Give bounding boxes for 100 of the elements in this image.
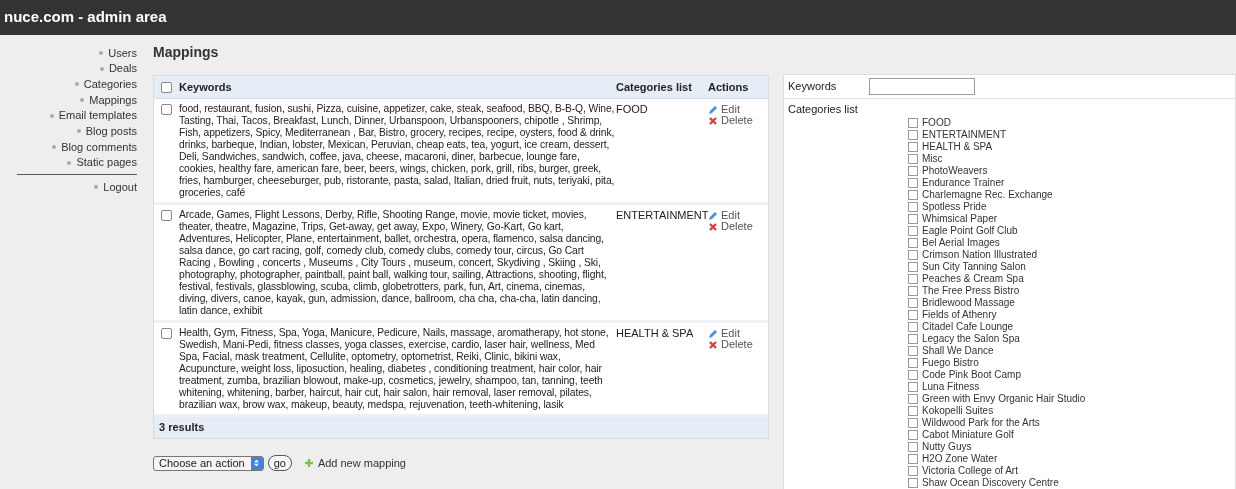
category-option: The Free Press Bistro [922,285,1020,296]
site-title: nuce.com - admin area [4,7,167,28]
category-checkbox[interactable] [908,441,918,452]
edit-link[interactable]: Edit [721,104,740,115]
sidebar-link[interactable]: Deals [108,60,137,77]
action-select[interactable]: Choose an action [153,455,264,471]
category-option: Fields of Athenry [922,309,997,320]
category-checkbox[interactable] [908,129,918,140]
column-header: Categories list [616,79,693,95]
category-option: Whimsical Paper [922,213,998,224]
sidebar-link[interactable]: Blog posts [85,123,137,140]
category-cell-text: FOOD [616,103,649,117]
category-option: ENTERTAINMENT [922,129,1007,140]
go-button[interactable]: go [267,455,292,472]
category-checkbox[interactable] [908,237,918,248]
row-checkbox[interactable] [161,104,172,115]
category-checkbox[interactable] [908,369,918,380]
bullet-icon [74,82,79,87]
delete-link[interactable]: Delete [721,339,753,350]
sidebar-link[interactable]: Email templates [58,107,137,124]
category-checkbox[interactable] [908,429,918,440]
pencil-icon [708,210,718,221]
edit-link[interactable]: Edit [721,328,740,339]
category-cell-text: ENTERTAINMENT [616,209,708,223]
category-checkbox[interactable] [908,285,918,296]
category-checkbox[interactable] [908,201,918,212]
category-option: Luna Fitness [922,381,980,392]
category-option: H2O Zone Water [922,453,998,464]
category-checkbox[interactable] [908,321,918,332]
category-checkbox[interactable] [908,417,918,428]
sidebar-link[interactable]: Users [108,44,137,62]
category-option: Bridlewood Massage [922,297,1015,308]
category-option: Sun City Tanning Salon [922,261,1026,272]
category-checkbox[interactable] [908,153,918,164]
category-checkbox[interactable] [908,225,918,236]
category-option: Endurance Trainer [922,177,1005,188]
delete-link[interactable]: Delete [721,221,753,232]
category-checkbox[interactable] [908,189,918,200]
category-checkbox[interactable] [908,405,918,416]
bullet-icon [67,160,72,165]
row-checkbox[interactable] [161,210,172,221]
category-checkbox[interactable] [908,117,918,128]
category-checkbox[interactable] [908,477,918,488]
bullet-icon [80,97,85,102]
category-option: Peaches & Cream Spa [922,273,1024,284]
category-cell-text: HEALTH & SPA [616,327,695,341]
category-checkbox[interactable] [908,393,918,404]
sidebar-link[interactable]: Blog comments [61,138,137,156]
category-checkbox[interactable] [908,177,918,188]
category-option: PhotoWeavers [922,165,988,176]
add-mapping-link[interactable]: Add new mapping [317,455,406,472]
keywords-cell-text: Arcade, Games, Flight Lessons, Derby, Rifle, Shooting Range, movie, movie ticket, movies, theater, theatre, Magazine, Trips, Get-away, get away, Expo, Winery, Go-Kart, Go kart, Adventures, Helicopter, Plane, entertainment, ballet, orchestra, opera, flamenco, salsa dancing, salsa dance, go cart racing, golf, comedy club, comedy clubs, comedy tour, circus, Go Cart Racing , Bowling , concerts , Museums , City Tours , museum, concert, Skydiving , Skiing , Ski, photography, photographer, paintball, paint ball, walking tour, sailing, Attractions, shooting, flight, festival, festivals, glassblowing, scuba, climb, globetrotters, park, fun, Art, cinema, cinemas, diving, divers, canoe, kayak, gun, admission, dance, ballroom, cha cha, cha-cha, latin dancing, latin dance, exhibit [179,209,608,317]
category-option: Bel Aerial Images [922,237,1000,248]
category-checkbox[interactable] [908,165,918,176]
category-checkbox[interactable] [908,453,918,464]
category-checkbox[interactable] [908,261,918,272]
select-all-checkbox[interactable] [161,81,172,93]
category-option: FOOD [922,117,951,128]
category-option: Shaw Ocean Discovery Centre [922,477,1059,488]
column-header: Keywords [179,79,233,95]
delete-icon [708,339,718,350]
keywords-field[interactable] [869,78,975,95]
category-checkbox[interactable] [908,213,918,224]
category-option: Spotless Pride [922,201,987,212]
category-checkbox[interactable] [908,465,918,476]
category-option: Victoria College of Art [922,465,1018,476]
category-checkbox[interactable] [908,357,918,368]
edit-link[interactable]: Edit [721,210,740,221]
delete-link[interactable]: Delete [721,115,753,126]
category-option: Green with Envy Organic Hair Studio [922,393,1086,404]
category-option: HEALTH & SPA [922,141,993,152]
sidebar-link[interactable]: Categories [83,75,137,93]
category-checkbox[interactable] [908,273,918,284]
category-checkbox[interactable] [908,141,918,152]
bullet-icon [99,50,104,55]
category-checkbox[interactable] [908,333,918,344]
bullet-icon [99,66,104,71]
category-option: Code Pink Boot Camp [922,369,1021,380]
keywords-cell: food, restaurant, fusion, sushi, Pizza, cuisine, appetizer, cake, steak, seafood, BBQ, B-B-Q, Wine, Tasting, Thai, Tacos, Breakfast, Lunch, Dinner, Urbanspoon, Urbanspooners, chipotle , Shrimp, Fish, appetizers, Spicy, Mediterranean , Bar, Bistro, grocery, recipes, recipe, oysters, food & drink, drinks, barbeque, Indian, lobster, Mexican, Peruvian, cheap eats, tea, yogurt, ice cream, dessert, Deli, Sandwiches, sandwich, coffee, java, cheese, macaroni, diner, barbecue, lounge fare, cookies, healthy fare, american fare, beer, beers, wings, chicken, pork, grill, ribs, burger, greek, fries, hamburger, cheeseburger, pub, ristorante, pasta, salad, Italian, dried fruit, nuts, teriyaki, pita, groceries, café [179,103,616,199]
logout-link[interactable]: Logout [103,178,137,196]
bullet-icon [52,144,57,149]
category-checkbox[interactable] [908,309,918,320]
sidebar-link[interactable]: Mappings [89,91,137,109]
category-option: Crimson Nation Illustrated [922,249,1038,260]
category-option: Cabot Miniature Golf [922,429,1014,440]
page-title: Mappings [153,43,219,62]
category-checkbox[interactable] [908,345,918,356]
category-option: Charlemagne Rec. Exchange [922,189,1053,200]
add-icon [303,458,314,469]
bullet-icon [76,129,81,134]
category-option: Shall We Dance [922,345,994,356]
results-count: 3 results [159,420,205,436]
category-checkbox[interactable] [908,249,918,260]
category-checkbox[interactable] [908,381,918,392]
sidebar-link[interactable]: Static pages [76,154,137,171]
category-option: Wildwood Park for the Arts [922,417,1040,428]
row-checkbox[interactable] [161,328,172,339]
category-option: Eagle Point Golf Club [922,225,1018,236]
category-checkbox[interactable] [908,297,918,308]
category-option: Misc [922,153,943,164]
